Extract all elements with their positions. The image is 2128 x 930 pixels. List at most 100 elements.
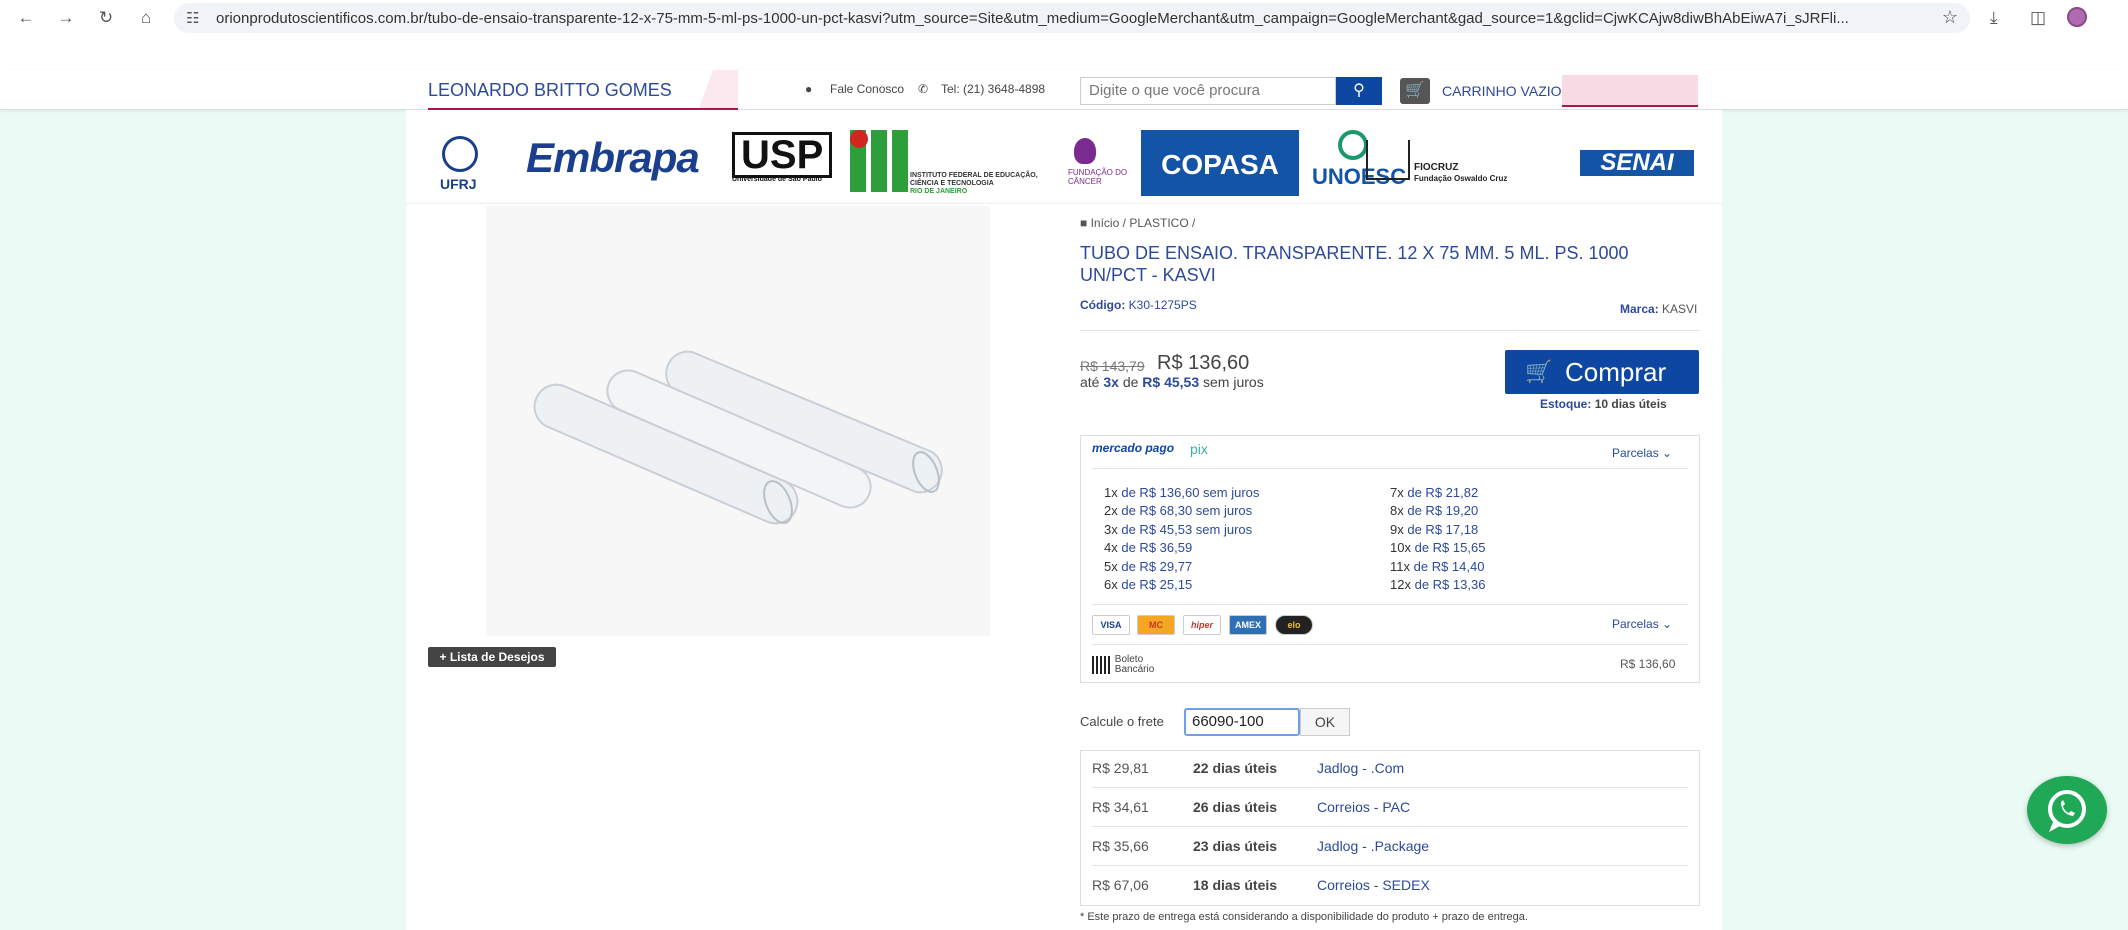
installment-n: 9x <box>1390 522 1404 537</box>
site-settings-icon[interactable]: ☷ <box>186 9 199 27</box>
installment-text: de R$ 15,65 <box>1414 540 1486 555</box>
installment-text: de R$ 17,18 <box>1407 522 1479 537</box>
fiocruz-subtitle: Fundação Oswaldo Cruz <box>1414 174 1508 183</box>
installment-summary: até 3x de R$ 45,53 sem juros <box>1080 374 1264 390</box>
installment-n: 3x <box>1104 522 1118 537</box>
hipercard-card-icon: hiper <box>1183 615 1221 635</box>
wishlist-label: Lista de Desejos <box>449 650 545 664</box>
fiocruz-castle-icon <box>1366 140 1410 180</box>
installment-text: de R$ 36,59 <box>1121 540 1193 555</box>
divider <box>1092 865 1688 866</box>
ifrj-subtitle: RIO DE JANEIRO <box>910 188 968 195</box>
unoesc-mark-icon <box>1338 130 1368 160</box>
installment-row: 2x de R$ 68,30 sem juros <box>1104 503 1252 518</box>
shipping-days: 18 dias úteis <box>1193 877 1278 893</box>
fiocruz-logo: FIOCRUZ <box>1414 162 1459 173</box>
installment-row: 12x de R$ 13,36 <box>1390 577 1485 592</box>
stock-value: 10 dias úteis <box>1594 397 1667 411</box>
installment-n: 10x <box>1390 540 1411 555</box>
home-icon[interactable]: ⌂ <box>136 8 156 28</box>
product-image[interactable] <box>486 206 990 636</box>
senai-logo: SENAI <box>1580 150 1694 176</box>
installment-n: 4x <box>1104 540 1118 555</box>
shipping-carrier: Jadlog - .Package <box>1317 838 1430 854</box>
back-icon[interactable]: ← <box>16 8 36 28</box>
installment-value: R$ 45,53 <box>1142 374 1200 390</box>
code-label: Código: <box>1080 298 1126 312</box>
installment-text: de R$ 21,82 <box>1407 485 1479 500</box>
phone-number: Tel: (21) 3648-4898 <box>941 82 1046 96</box>
cancer-ribbon-icon <box>1074 138 1096 164</box>
cart-label[interactable]: CARRINHO VAZIO <box>1442 83 1562 99</box>
contact-link[interactable]: Fale Conosco <box>830 82 904 96</box>
breadcrumb-home[interactable]: Início <box>1091 216 1120 230</box>
side-panel-icon[interactable]: ◫ <box>2030 8 2046 28</box>
installment-row: 6x de R$ 25,15 <box>1104 577 1192 592</box>
usp-subtitle: Universidade de São Paulo <box>732 176 822 183</box>
buy-button[interactable]: 🛒 Comprar <box>1505 350 1699 394</box>
bookmark-star-icon[interactable]: ☆ <box>1942 7 1958 28</box>
parcelas-toggle-cards[interactable]: Parcelas ⌄ <box>1612 617 1672 631</box>
cep-input[interactable]: 66090-100 <box>1184 708 1300 736</box>
installment-row: 9x de R$ 17,18 <box>1390 522 1478 537</box>
shipping-note: * Este prazo de entrega está considerand… <box>1080 911 1528 923</box>
installment-row: 1x de R$ 136,60 sem juros <box>1104 485 1259 500</box>
search-icon: ⚲ <box>1353 82 1365 99</box>
installment-text: de R$ 45,53 sem juros <box>1121 522 1253 537</box>
product-brand: Marca: KASVI <box>1620 302 1697 316</box>
whatsapp-button[interactable] <box>2027 776 2107 844</box>
fundacao-cancer-logo: FUNDAÇÃO DO CÂNCER <box>1068 168 1128 186</box>
divider <box>1092 787 1688 788</box>
shipping-price: R$ 29,81 <box>1092 760 1149 776</box>
cart-icon[interactable]: 🛒 <box>1400 78 1430 104</box>
reload-icon[interactable]: ↻ <box>96 8 116 28</box>
installment-text: de R$ 14,40 <box>1413 559 1485 574</box>
current-price: R$ 136,60 <box>1157 352 1250 374</box>
shipping-days: 26 dias úteis <box>1193 799 1278 815</box>
brand-label: Marca: <box>1620 302 1659 316</box>
installment-row: 10x de R$ 15,65 <box>1390 540 1485 555</box>
browser-toolbar: ← → ↻ ⌂ ☷ orionprodutoscientificos.com.b… <box>0 0 2128 36</box>
cart-icon: 🛒 <box>1525 359 1553 384</box>
visa-card-icon: VISA <box>1092 615 1130 635</box>
account-box[interactable] <box>1562 75 1698 107</box>
installment-text: de R$ 68,30 sem juros <box>1121 503 1253 518</box>
divider <box>1092 826 1688 827</box>
installment-text: de R$ 29,77 <box>1121 559 1193 574</box>
search-button[interactable]: ⚲ <box>1336 77 1382 105</box>
wishlist-button[interactable]: + Lista de Desejos <box>428 647 556 667</box>
download-icon[interactable]: ⤓ <box>1990 8 1998 28</box>
address-bar[interactable]: ☷ orionprodutoscientificos.com.br/tubo-d… <box>174 3 1970 33</box>
installment-n: 7x <box>1390 485 1404 500</box>
product-title: TUBO DE ENSAIO. TRANSPARENTE. 12 X 75 MM… <box>1080 243 1629 285</box>
breadcrumb-category[interactable]: PLASTICO <box>1129 216 1188 230</box>
parcelas-toggle-mp[interactable]: Parcelas ⌄ <box>1612 446 1672 460</box>
brand-value: KASVI <box>1662 302 1698 316</box>
installment-prefix: até <box>1080 374 1100 390</box>
shipping-label: Calcule o frete <box>1080 714 1164 729</box>
amex-card-icon: AMEX <box>1229 615 1267 635</box>
divider <box>1092 468 1688 469</box>
store-name[interactable]: LEONARDO BRITTO GOMES <box>428 70 738 110</box>
shipping-ok-button[interactable]: OK <box>1300 708 1350 736</box>
shipping-carrier: Jadlog - .Com <box>1317 760 1405 776</box>
shipping-price: R$ 34,61 <box>1092 799 1149 815</box>
installment-count: 3x <box>1103 374 1119 390</box>
ifrj-logo: INSTITUTO FEDERAL DE EDUCAÇÃO, CIÊNCIA E… <box>910 172 1038 187</box>
installment-n: 2x <box>1104 503 1118 518</box>
forward-icon[interactable]: → <box>56 8 76 28</box>
search-input[interactable]: Digite o que você procura <box>1080 77 1336 105</box>
product-code: Código: K30-1275PS <box>1080 298 1197 312</box>
installment-text: de R$ 19,20 <box>1407 503 1479 518</box>
url-text: orionprodutoscientificos.com.br/tubo-de-… <box>216 9 1849 27</box>
stock-label: Estoque: <box>1540 397 1592 411</box>
installment-n: 6x <box>1104 577 1118 592</box>
installment-mid: de <box>1122 374 1139 390</box>
parcelas-label: Parcelas <box>1612 617 1659 631</box>
shipping-days: 23 dias úteis <box>1193 838 1278 854</box>
boleto-option: Boleto Bancário <box>1092 655 1165 675</box>
breadcrumb: ■ Início / PLASTICO / <box>1080 216 1195 230</box>
installment-suffix: sem juros <box>1203 374 1264 390</box>
profile-avatar[interactable] <box>2067 7 2087 27</box>
installment-n: 5x <box>1104 559 1118 574</box>
